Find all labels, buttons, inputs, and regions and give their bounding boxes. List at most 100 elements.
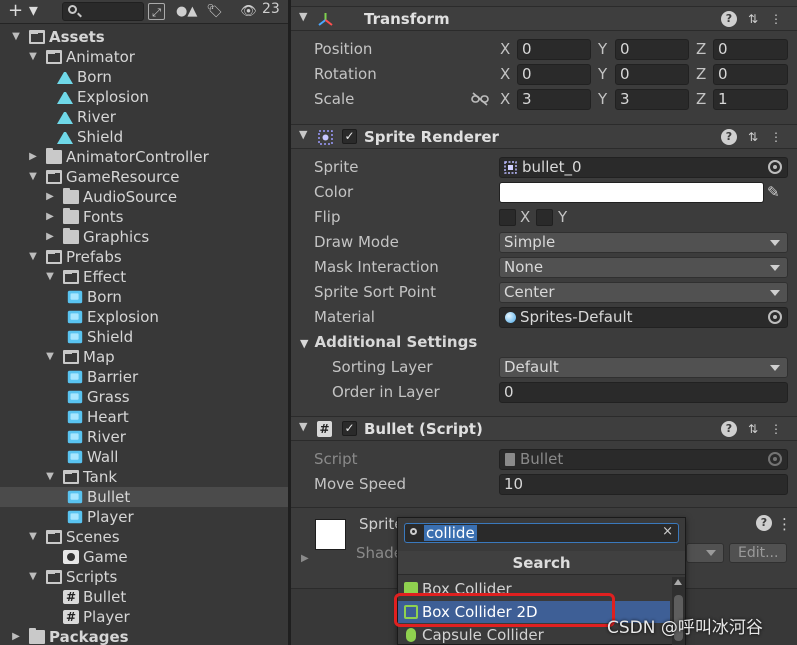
expanded-arrow-icon[interactable]: ▼ [27, 167, 39, 187]
shader-dropdown-end[interactable] [686, 543, 724, 563]
context-menu-icon[interactable]: ⋮ [777, 515, 792, 533]
preset-icon[interactable]: ⇅ [745, 11, 761, 27]
tree-item[interactable]: ▼ Map [0, 347, 288, 367]
sprite-renderer-enabled-checkbox[interactable]: ✓ [342, 129, 357, 144]
tree-item[interactable]: Born [0, 287, 288, 307]
tree-item[interactable]: ▼ Animator [0, 47, 288, 67]
collapsed-arrow-icon[interactable]: ▶ [10, 627, 22, 645]
tree-item[interactable]: ▼ GameResource [0, 167, 288, 187]
position-x-field[interactable]: 0 [517, 39, 591, 60]
filter-type-icon[interactable]: ●▲ [176, 3, 197, 20]
transform-header[interactable]: ▼ Transform ? ⇅ ⋮ [291, 6, 797, 31]
tree-item[interactable]: ▼ Assets [0, 27, 288, 47]
tree-item[interactable]: ▶ Graphics [0, 227, 288, 247]
component-search-input[interactable]: collide × [404, 523, 679, 543]
axis-z-label[interactable]: Z [696, 65, 706, 83]
context-menu-icon[interactable]: ⋮ [768, 11, 784, 27]
collapse-arrow-icon[interactable]: ▼ [299, 10, 307, 23]
axis-y-label[interactable]: Y [598, 65, 607, 83]
preset-icon[interactable]: ⇅ [745, 421, 761, 437]
tree-item[interactable]: ▶ AnimatorController [0, 147, 288, 167]
object-picker-icon[interactable] [768, 310, 782, 324]
context-menu-icon[interactable]: ⋮ [768, 129, 784, 145]
mask-interaction-dropdown[interactable]: None [499, 257, 788, 278]
axis-z-label[interactable]: Z [696, 90, 706, 108]
tree-item[interactable]: # Bullet [0, 587, 288, 607]
material-field[interactable]: Sprites-Default [499, 307, 788, 328]
sorting-layer-dropdown[interactable]: Default [499, 357, 788, 378]
foldout-arrow-icon[interactable]: ▶ [301, 553, 309, 564]
tree-item[interactable]: Heart [0, 407, 288, 427]
collapsed-arrow-icon[interactable]: ▶ [27, 147, 39, 167]
position-z-field[interactable]: 0 [713, 39, 788, 60]
help-icon[interactable]: ? [756, 515, 772, 531]
tree-item[interactable]: ▼ Effect [0, 267, 288, 287]
tree-item[interactable]: Shield [0, 327, 288, 347]
tree-item[interactable]: Shield [0, 127, 288, 147]
tree-item[interactable]: Game [0, 547, 288, 567]
tree-item[interactable]: # Player [0, 607, 288, 627]
tree-item[interactable]: River [0, 427, 288, 447]
tree-item[interactable]: ▶ AudioSource [0, 187, 288, 207]
sprite-field[interactable]: bullet_0 [499, 157, 788, 178]
axis-y-label[interactable]: Y [598, 40, 607, 58]
tree-item[interactable]: ▶ Fonts [0, 207, 288, 227]
collapsed-arrow-icon[interactable]: ▶ [44, 187, 56, 207]
tree-item[interactable]: Barrier [0, 367, 288, 387]
label-tag-icon[interactable]: 🏷 [206, 3, 223, 20]
expanded-arrow-icon[interactable]: ▼ [27, 527, 39, 547]
sort-point-dropdown[interactable]: Center [499, 282, 788, 303]
context-menu-icon[interactable]: ⋮ [768, 421, 784, 437]
tree-item[interactable]: Player [0, 507, 288, 527]
tree-item[interactable]: ▼ Scripts [0, 567, 288, 587]
collapsed-arrow-icon[interactable]: ▶ [44, 227, 56, 247]
collapse-arrow-icon[interactable]: ▼ [299, 128, 307, 141]
eyedropper-icon[interactable]: ✎ [767, 183, 780, 201]
tree-item[interactable]: Wall [0, 447, 288, 467]
rotation-z-field[interactable]: 0 [713, 64, 788, 85]
hidden-eye-icon[interactable]: 👁 [240, 3, 257, 20]
tree-item[interactable]: Born [0, 67, 288, 87]
position-y-field[interactable]: 0 [615, 39, 689, 60]
move-speed-field[interactable]: 10 [499, 474, 788, 495]
clear-search-icon[interactable]: × [662, 524, 673, 539]
expanded-arrow-icon[interactable]: ▼ [10, 27, 22, 47]
tree-item[interactable]: ▼ Scenes [0, 527, 288, 547]
object-picker-icon[interactable] [768, 160, 782, 174]
collapse-arrow-icon[interactable]: ▼ [299, 420, 307, 433]
axis-x-label[interactable]: X [500, 65, 510, 83]
expanded-arrow-icon[interactable]: ▼ [27, 567, 39, 587]
expanded-arrow-icon[interactable]: ▼ [27, 247, 39, 267]
expanded-arrow-icon[interactable]: ▼ [44, 267, 56, 287]
rotation-x-field[interactable]: 0 [517, 64, 591, 85]
bullet-script-header[interactable]: ▼ # ✓ Bullet (Script) ? ⇅ ⋮ [291, 416, 797, 441]
color-swatch[interactable] [499, 182, 764, 203]
rotation-y-field[interactable]: 0 [615, 64, 689, 85]
collapsed-arrow-icon[interactable]: ▶ [44, 207, 56, 227]
add-button[interactable]: + ▾ [8, 0, 38, 24]
help-icon[interactable]: ? [721, 129, 737, 145]
tree-item[interactable]: ▼ Tank [0, 467, 288, 487]
sprite-renderer-header[interactable]: ▼ ✓ Sprite Renderer ? ⇅ ⋮ [291, 124, 797, 149]
expanded-arrow-icon[interactable]: ▼ [44, 467, 56, 487]
tree-item[interactable]: ▶ Packages [0, 627, 288, 645]
tree-item[interactable]: River [0, 107, 288, 127]
tree-item[interactable]: Explosion [0, 307, 288, 327]
constrain-proportions-icon[interactable] [471, 92, 489, 106]
scale-x-field[interactable]: 3 [517, 89, 591, 110]
preset-icon[interactable]: ⇅ [745, 129, 761, 145]
bullet-script-enabled-checkbox[interactable]: ✓ [342, 421, 357, 436]
axis-x-label[interactable]: X [500, 40, 510, 58]
help-icon[interactable]: ? [721, 11, 737, 27]
project-search-input[interactable] [62, 2, 144, 21]
tree-item[interactable]: Grass [0, 387, 288, 407]
axis-x-label[interactable]: X [500, 90, 510, 108]
scroll-up-icon[interactable] [674, 579, 682, 585]
tree-item[interactable]: Bullet [0, 487, 288, 507]
search-by-type-icon[interactable]: ⤢ [148, 3, 165, 20]
order-in-layer-field[interactable]: 0 [499, 382, 788, 403]
tree-item[interactable]: ▼ Prefabs [0, 247, 288, 267]
draw-mode-dropdown[interactable]: Simple [499, 232, 788, 253]
scale-z-field[interactable]: 1 [713, 89, 788, 110]
axis-y-label[interactable]: Y [598, 90, 607, 108]
